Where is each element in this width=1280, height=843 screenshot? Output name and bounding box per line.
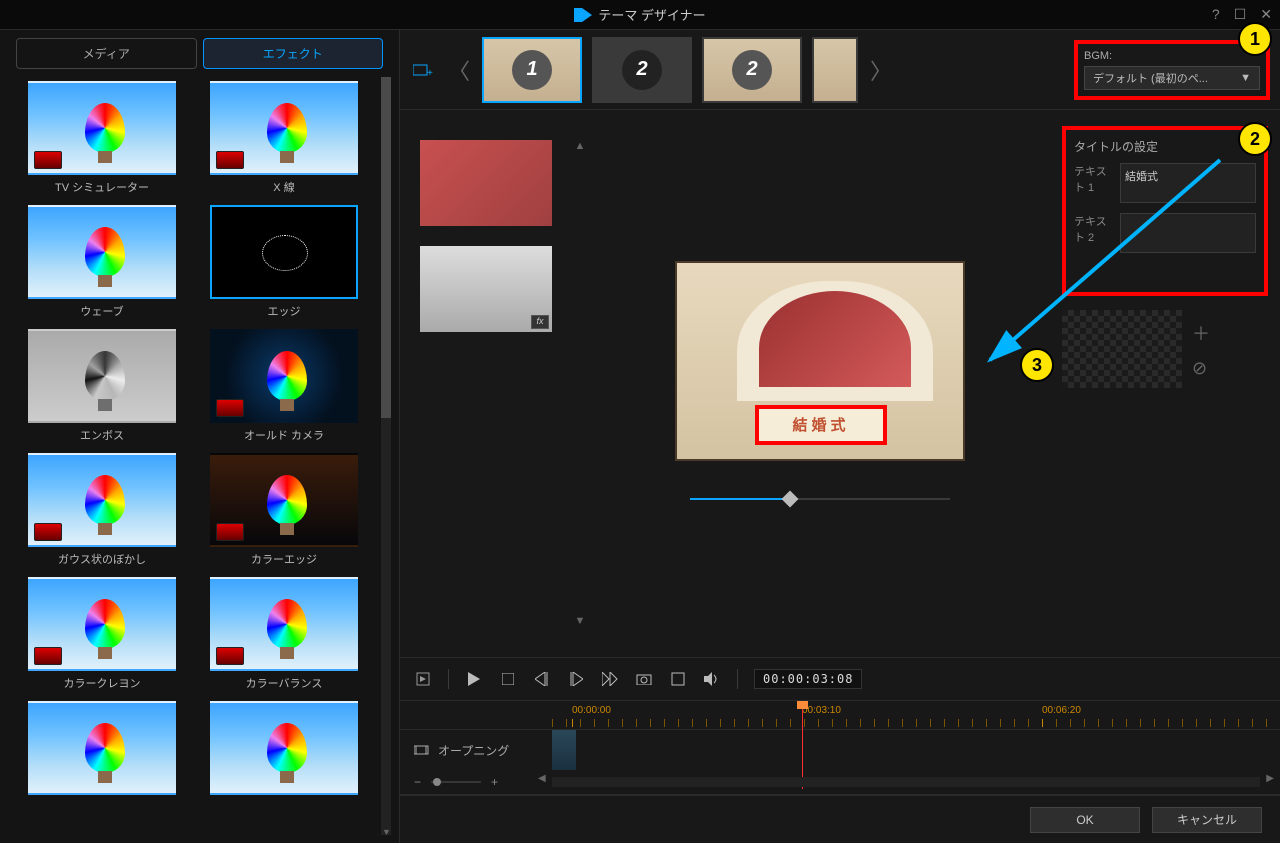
help-button[interactable]: ? [1212, 6, 1220, 23]
effect-thumb[interactable] [210, 577, 358, 671]
maximize-button[interactable]: ☐ [1234, 6, 1247, 23]
source-clip[interactable]: fx [420, 246, 552, 332]
fast-fwd-icon[interactable] [601, 670, 619, 688]
source-clip[interactable] [420, 140, 552, 226]
window-title: テーマ デザイナー [598, 5, 705, 24]
fullscreen-icon[interactable] [669, 670, 687, 688]
strip-slide[interactable]: 2 [592, 37, 692, 103]
track-body[interactable] [552, 730, 1280, 770]
preview-canvas: 結婚式 [675, 261, 965, 461]
cancel-button[interactable]: キャンセル [1152, 807, 1262, 833]
fx-badge-icon: fx [531, 315, 549, 329]
step-back-icon[interactable] [533, 670, 551, 688]
ok-button[interactable]: OK [1030, 807, 1140, 833]
effect-thumb[interactable] [28, 329, 176, 423]
play-icon[interactable] [465, 670, 483, 688]
callout-3: 3 [1020, 348, 1054, 382]
step-fwd-icon[interactable] [567, 670, 585, 688]
preview-title-banner[interactable]: 結婚式 [755, 405, 887, 445]
zoom-out-button[interactable]: − [414, 775, 421, 789]
scroll-up-icon[interactable]: ▲ [575, 140, 586, 152]
zoom-in-button[interactable]: + [491, 775, 498, 789]
effect-thumb[interactable] [210, 329, 358, 423]
title-settings-heading: タイトルの設定 [1074, 138, 1256, 155]
callout-2: 2 [1238, 122, 1272, 156]
timeline: 00:00:00 00:03:10 00:06:20 オープニング [400, 701, 1280, 795]
timeline-hscroll[interactable] [552, 777, 1260, 787]
svg-text:+: + [427, 68, 433, 78]
zoom-slider[interactable] [431, 778, 481, 786]
bgm-label: BGM: [1084, 50, 1260, 62]
strip-slide[interactable]: 1 [482, 37, 582, 103]
app-logo-icon [574, 8, 592, 22]
chevron-down-icon: ▼ [1240, 72, 1251, 84]
strip-next-arrow[interactable]: 〉 [864, 54, 898, 86]
effect-scrollbar[interactable]: ▲ ▼ [381, 77, 391, 835]
callout-1: 1 [1238, 22, 1272, 56]
track-name: オープニング [438, 742, 509, 759]
right-panel: + 〈 1 2 2 〉 BGM: デフォルト (最初のペ... ▼ 1 [400, 30, 1280, 843]
effect-grid: TV シミュレーター X 線 ウェーブ エッジ エンボス オールド カメラ ガウ… [8, 77, 379, 835]
timeline-clip[interactable] [552, 730, 576, 770]
scroll-down-icon[interactable]: ▼ [575, 615, 586, 627]
snapshot-icon[interactable] [635, 670, 653, 688]
bg-preview-checker[interactable] [1062, 310, 1182, 388]
close-button[interactable]: ✕ [1260, 6, 1272, 23]
timecode-display[interactable]: 00:00:03:08 [754, 669, 862, 689]
tab-effects[interactable]: エフェクト [203, 38, 384, 69]
effect-thumb[interactable] [28, 701, 176, 795]
left-panel: メディア エフェクト TV シミュレーター X 線 ウェーブ エッジ エンボス … [0, 30, 400, 843]
play-in-icon[interactable] [414, 670, 432, 688]
text1-label: テキスト 1 [1074, 163, 1114, 203]
effect-thumb[interactable] [28, 205, 176, 299]
bgm-panel: BGM: デフォルト (最初のペ... ▼ 1 [1074, 40, 1270, 100]
progress-slider[interactable] [690, 491, 950, 507]
timeline-ruler[interactable]: 00:00:00 00:03:10 00:06:20 [552, 701, 1280, 729]
add-bg-button[interactable]: ＋ [1192, 320, 1210, 346]
playback-controls: 00:00:03:08 [400, 657, 1280, 701]
effect-thumb[interactable] [210, 81, 358, 175]
volume-icon[interactable] [703, 670, 721, 688]
effect-thumb[interactable] [28, 81, 176, 175]
effect-thumb[interactable] [210, 701, 358, 795]
effect-thumb[interactable] [28, 453, 176, 547]
tab-media[interactable]: メディア [16, 38, 197, 69]
remove-bg-button[interactable]: ⊘ [1192, 358, 1210, 379]
text2-label: テキスト 2 [1074, 213, 1114, 253]
track-icon [414, 744, 430, 756]
stop-icon[interactable] [499, 670, 517, 688]
add-slide-icon[interactable]: + [410, 57, 436, 83]
strip-slide[interactable] [812, 37, 858, 103]
effect-thumb-selected[interactable] [210, 205, 358, 299]
text1-input[interactable]: 結婚式 [1120, 163, 1256, 203]
title-settings-panel: タイトルの設定 テキスト 1 結婚式 テキスト 2 2 [1062, 126, 1268, 296]
effect-thumb[interactable] [210, 453, 358, 547]
strip-prev-arrow[interactable]: 〈 [442, 54, 476, 86]
strip-slide[interactable]: 2 [702, 37, 802, 103]
clip-vertical-scroll[interactable]: ▲ ▼ [570, 110, 590, 657]
titlebar: テーマ デザイナー ? ☐ ✕ [0, 0, 1280, 30]
bgm-dropdown[interactable]: デフォルト (最初のペ... ▼ [1084, 66, 1260, 90]
effect-thumb[interactable] [28, 577, 176, 671]
text2-input[interactable] [1120, 213, 1256, 253]
